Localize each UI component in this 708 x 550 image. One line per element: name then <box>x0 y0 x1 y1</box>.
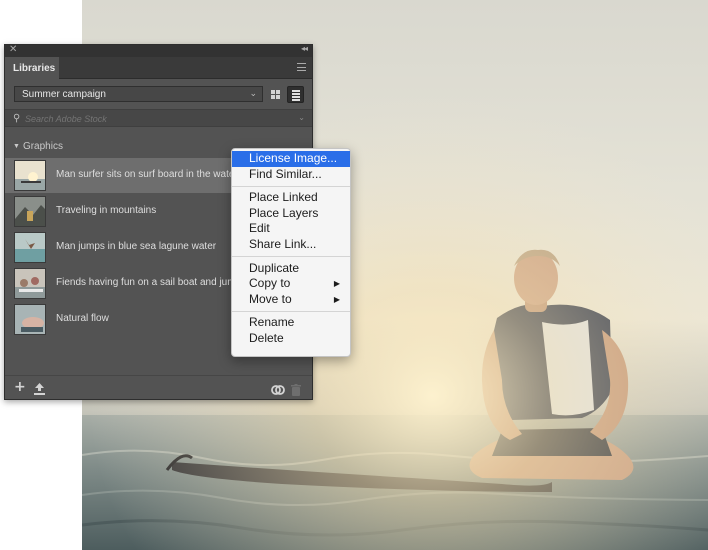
submenu-arrow-icon: ▶ <box>333 279 340 289</box>
library-select[interactable]: Summer campaign ⌄ <box>14 86 263 102</box>
trash-icon[interactable] <box>291 381 301 400</box>
panel-tab-bar: Libraries <box>5 57 312 80</box>
thumbnail-surfer <box>14 160 46 191</box>
menu-separator <box>232 256 350 258</box>
library-select-value: Summer campaign <box>22 89 106 100</box>
search-icon: ⚲ <box>13 113 21 124</box>
menu-item-place-layers[interactable]: Place Layers <box>232 206 350 222</box>
menu-item-edit[interactable]: Edit <box>232 221 350 237</box>
collapse-icon[interactable]: ◂◂ <box>301 44 308 53</box>
menu-item-label: Move to <box>249 291 292 306</box>
search-input[interactable] <box>25 113 285 125</box>
panel-title-strip: ✕ ◂◂ <box>5 44 312 57</box>
menu-item-place-linked[interactable]: Place Linked <box>232 190 350 206</box>
panel-footer: + <box>5 375 312 399</box>
menu-item-find-similar[interactable]: Find Similar... <box>232 167 350 183</box>
section-header-graphics[interactable]: ▼ Graphics <box>13 141 63 152</box>
stock-search-bar: ⚲ ⌄ <box>5 109 312 127</box>
context-menu: License Image... Find Similar... Place L… <box>231 148 351 357</box>
menu-item-move-to[interactable]: Move to ▶ <box>232 292 350 308</box>
thumbnail-natural-flow <box>14 304 46 335</box>
add-icon[interactable]: + <box>14 379 26 395</box>
close-icon[interactable]: ✕ <box>9 44 17 55</box>
menu-item-duplicate[interactable]: Duplicate <box>232 261 350 277</box>
menu-separator <box>232 310 350 312</box>
submenu-arrow-icon: ▶ <box>333 294 340 304</box>
upload-icon[interactable] <box>34 380 45 399</box>
grid-view-button[interactable] <box>267 86 284 103</box>
panel-menu-icon[interactable] <box>297 63 306 71</box>
thumbnail-mountains <box>14 196 46 227</box>
menu-separator <box>232 185 350 187</box>
menu-item-share-link[interactable]: Share Link... <box>232 237 350 253</box>
menu-item-license-image[interactable]: License Image... <box>232 151 350 167</box>
menu-item-delete[interactable]: Delete <box>232 331 350 347</box>
disclosure-triangle-icon: ▼ <box>13 143 20 150</box>
chevron-down-icon: ⌄ <box>249 88 257 98</box>
menu-item-label: Copy to <box>249 276 291 291</box>
search-options-chevron-icon[interactable]: ⌄ <box>298 113 305 122</box>
creative-cloud-sync-icon[interactable] <box>271 381 285 400</box>
menu-item-rename[interactable]: Rename <box>232 315 350 331</box>
section-title: Graphics <box>22 141 63 152</box>
list-view-button[interactable] <box>287 86 304 103</box>
thumbnail-sailboat <box>14 268 46 299</box>
thumbnail-lagoon <box>14 232 46 263</box>
menu-item-copy-to[interactable]: Copy to ▶ <box>232 276 350 292</box>
tab-libraries[interactable]: Libraries <box>5 57 59 80</box>
